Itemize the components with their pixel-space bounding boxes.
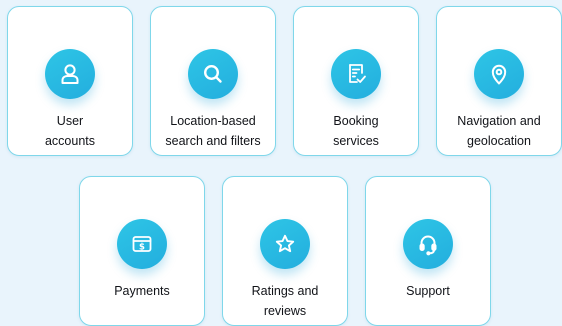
feature-card-user-accounts: User accounts bbox=[7, 6, 133, 156]
feature-card-support: Support bbox=[365, 176, 491, 326]
feature-label: User accounts bbox=[44, 114, 96, 148]
search-icon bbox=[188, 49, 238, 99]
feature-label: Navigation and geolocation bbox=[457, 114, 541, 148]
feature-card-navigation: Navigation and geolocation bbox=[436, 6, 562, 156]
headset-icon bbox=[403, 219, 453, 269]
payment-card-dollar-icon: $ bbox=[117, 219, 167, 269]
feature-label: Booking services bbox=[333, 114, 379, 148]
feature-card-payments: $ Payments bbox=[79, 176, 205, 326]
feature-card-booking-services: Booking services bbox=[293, 6, 419, 156]
map-pin-icon bbox=[474, 49, 524, 99]
star-icon bbox=[260, 219, 310, 269]
user-icon bbox=[45, 49, 95, 99]
svg-text:$: $ bbox=[139, 243, 145, 253]
feature-label: Ratings and reviews bbox=[251, 284, 319, 318]
feature-card-ratings-reviews: Ratings and reviews bbox=[222, 176, 348, 326]
feature-label: Support bbox=[406, 284, 450, 298]
booking-document-icon bbox=[331, 49, 381, 99]
feature-label: Payments bbox=[114, 284, 170, 298]
feature-card-location-search: Location-based search and filters bbox=[150, 6, 276, 156]
feature-label: Location-based search and filters bbox=[165, 114, 261, 148]
